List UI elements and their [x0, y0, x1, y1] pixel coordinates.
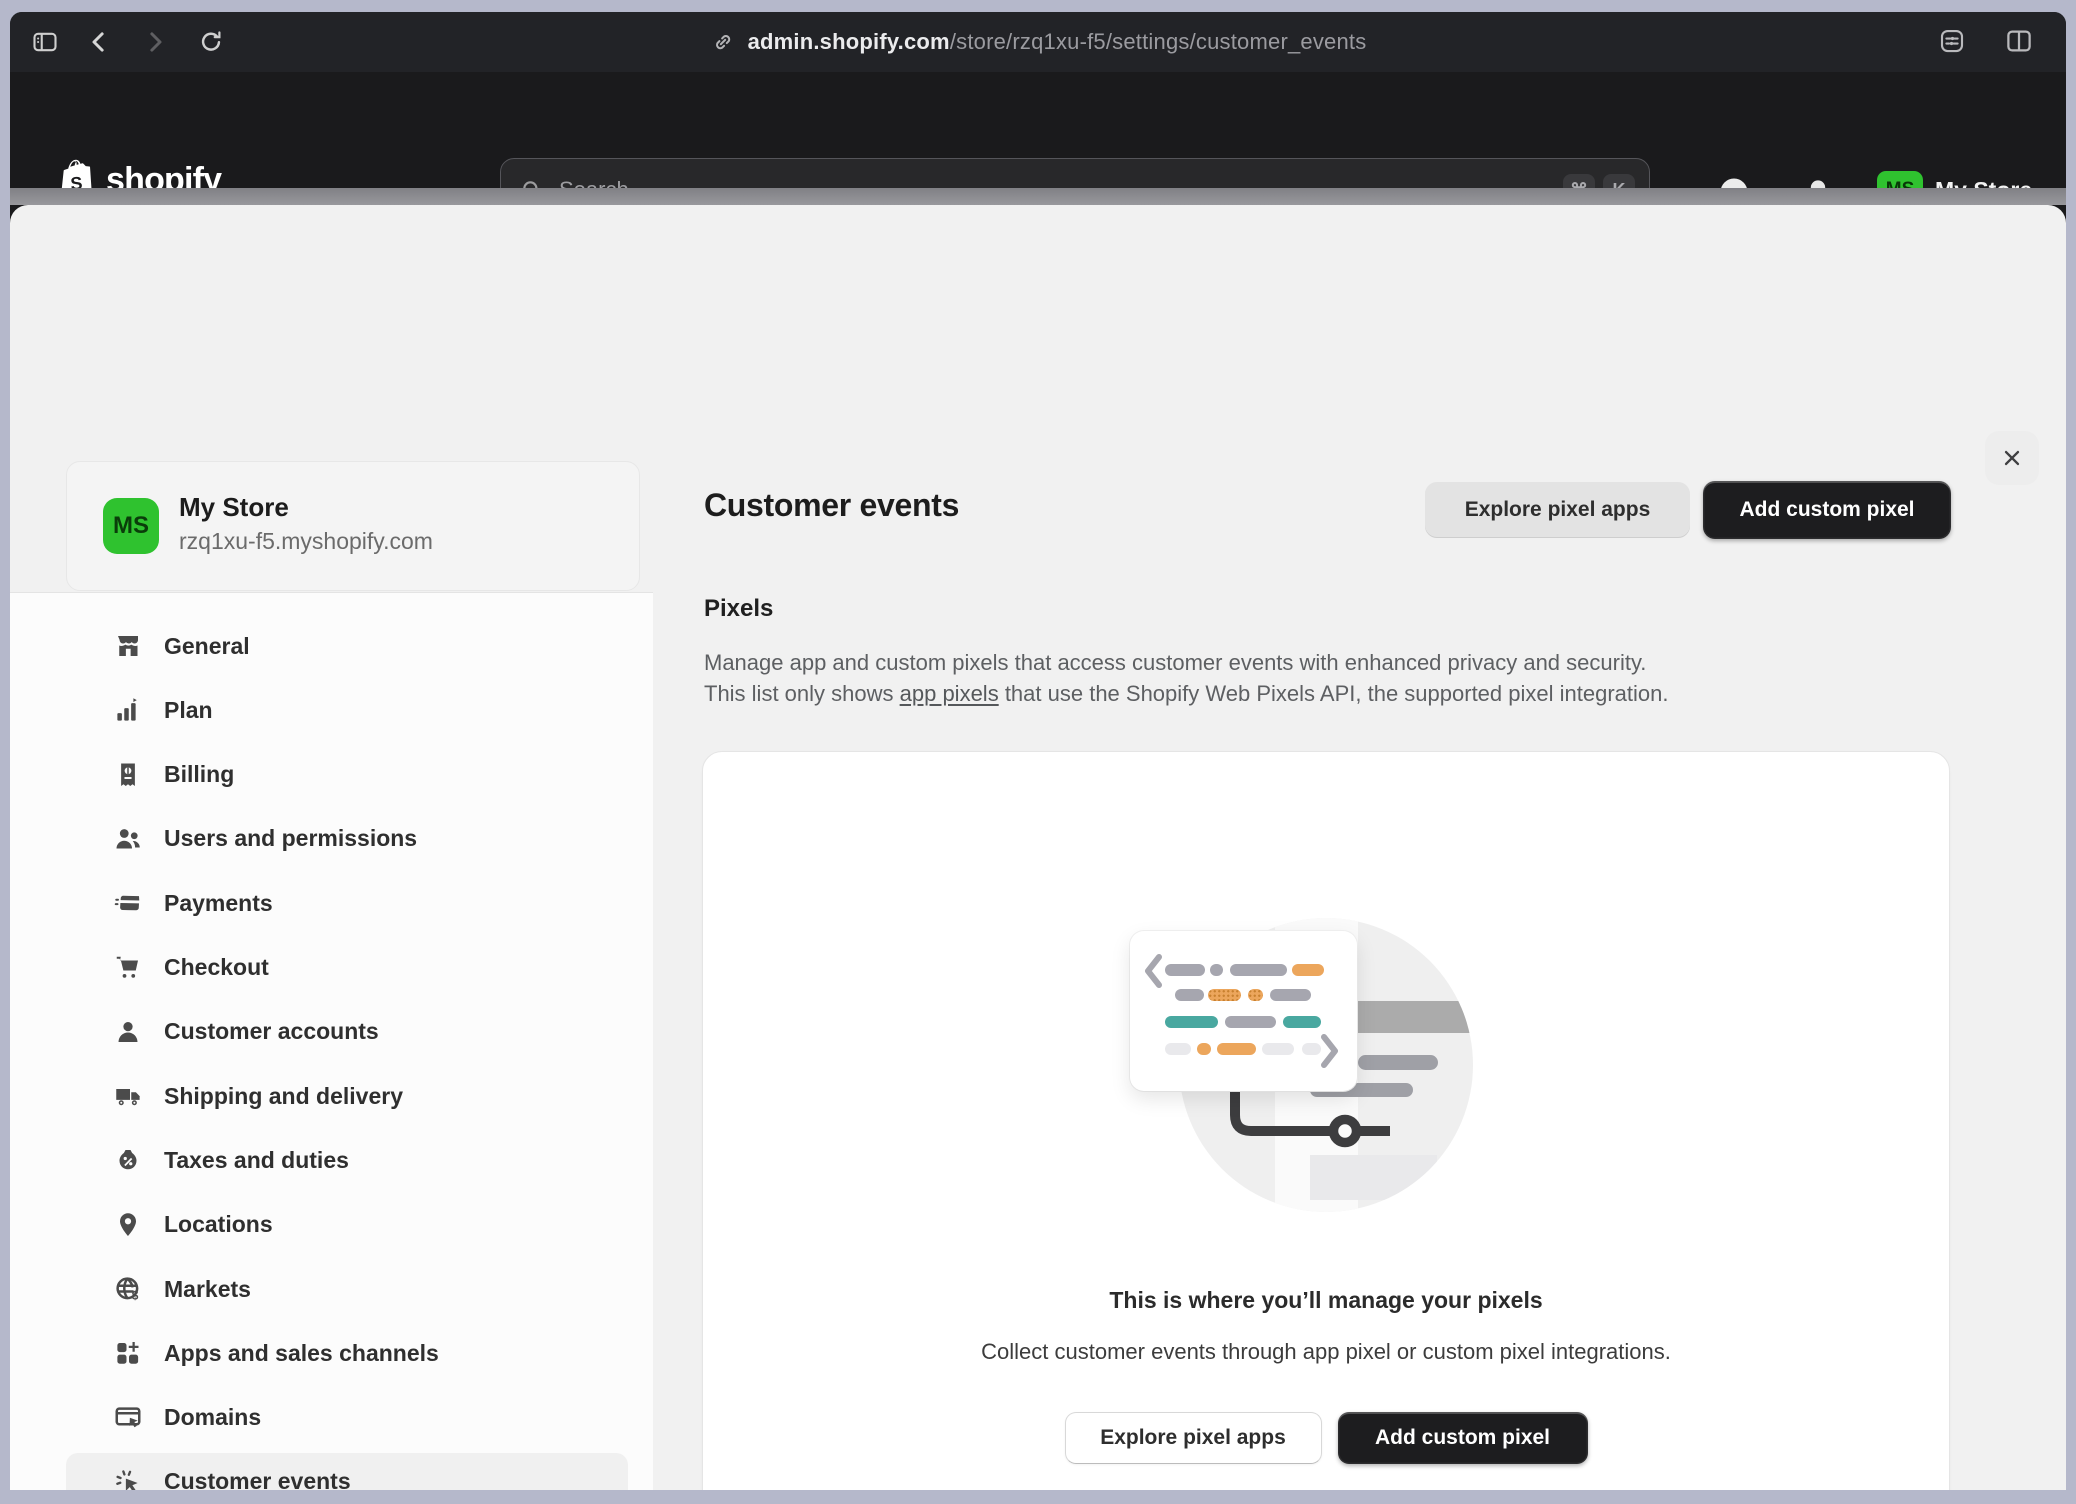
plan-icon	[113, 695, 143, 725]
locations-icon	[113, 1210, 143, 1240]
sidebar-item-markets[interactable]: $ Markets	[66, 1261, 628, 1318]
sidebar-divider	[10, 592, 653, 593]
url-text: admin.shopify.com/store/rzq1xu-f5/settin…	[748, 29, 1367, 55]
sidebar-item-billing[interactable]: Billing	[66, 746, 628, 803]
sidebar-item-label: Checkout	[164, 954, 269, 981]
checkout-icon	[113, 953, 143, 983]
customer-accounts-icon	[113, 1017, 143, 1047]
payments-icon	[113, 888, 143, 918]
sidebar-item-label: Apps and sales channels	[164, 1340, 439, 1367]
extensions-icon[interactable]	[1935, 24, 1969, 58]
domains-icon	[113, 1403, 143, 1433]
explore-pixel-apps-button[interactable]: Explore pixel apps	[1425, 482, 1690, 538]
sidebar-item-locations[interactable]: Locations	[66, 1196, 628, 1253]
chevron-left-icon	[1143, 954, 1163, 988]
chevron-right-icon	[1320, 1034, 1340, 1068]
sidebar-item-label: Plan	[164, 697, 213, 724]
sidebar-item-label: Domains	[164, 1404, 261, 1431]
pixels-description: Manage app and custom pixels that access…	[704, 647, 1984, 709]
billing-icon	[113, 760, 143, 790]
sidebar-item-customer-events[interactable]: Customer events	[66, 1453, 628, 1490]
shipping-icon	[113, 1081, 143, 1111]
markets-icon: $	[113, 1274, 143, 1304]
connector-line	[1130, 1089, 1390, 1169]
sidebar-item-label: General	[164, 633, 250, 660]
sidebar-item-taxes-and-duties[interactable]: Taxes and duties	[66, 1132, 628, 1189]
sidebar-item-shipping-and-delivery[interactable]: Shipping and delivery	[66, 1068, 628, 1125]
url-bar[interactable]: admin.shopify.com/store/rzq1xu-f5/settin…	[10, 12, 2066, 72]
close-icon[interactable]	[1985, 431, 2039, 485]
sidebar-item-label: Taxes and duties	[164, 1147, 349, 1174]
sidebar-item-label: Customer events	[164, 1468, 351, 1490]
admin-header: S shopify ⌘ K	[10, 72, 2066, 188]
app-pixels-link[interactable]: app pixels	[900, 681, 999, 706]
empty-explore-pixel-apps-button[interactable]: Explore pixel apps	[1065, 1412, 1322, 1464]
split-view-icon[interactable]	[2002, 24, 2036, 58]
link-icon	[710, 29, 736, 55]
apps-icon	[113, 1338, 143, 1368]
store-icon	[113, 631, 143, 661]
sidebar-item-payments[interactable]: Payments	[66, 875, 628, 932]
customer-events-icon	[113, 1467, 143, 1490]
taxes-icon	[113, 1145, 143, 1175]
sidebar-item-label: Shipping and delivery	[164, 1083, 403, 1110]
sidebar-item-label: Payments	[164, 890, 273, 917]
svg-text:$: $	[132, 1289, 139, 1303]
store-name: My Store	[179, 492, 289, 523]
users-icon	[113, 824, 143, 854]
sidebar-item-checkout[interactable]: Checkout	[66, 939, 628, 996]
store-card: MS My Store rzq1xu-f5.myshopify.com	[66, 461, 640, 591]
store-domain: rzq1xu-f5.myshopify.com	[179, 528, 433, 555]
empty-add-custom-pixel-button[interactable]: Add custom pixel	[1338, 1412, 1588, 1464]
empty-state-heading: This is where you’ll manage your pixels	[702, 1287, 1950, 1314]
browser-url-row: admin.shopify.com/store/rzq1xu-f5/settin…	[10, 12, 2066, 73]
page-title: Customer events	[704, 487, 959, 524]
sidebar-item-label: Locations	[164, 1211, 273, 1238]
sidebar-item-domains[interactable]: Domains	[66, 1389, 628, 1446]
browser-window: admin.shopify.com/store/rzq1xu-f5/settin…	[10, 12, 2066, 1490]
sidebar-item-users-and-permissions[interactable]: Users and permissions	[66, 810, 628, 867]
empty-state-subtext: Collect customer events through app pixe…	[702, 1339, 1950, 1365]
sidebar-item-apps-and-sales-channels[interactable]: Apps and sales channels	[66, 1325, 628, 1382]
sidebar-item-label: Markets	[164, 1276, 251, 1303]
sidebar-item-label: Billing	[164, 761, 234, 788]
sidebar-item-label: Customer accounts	[164, 1018, 379, 1045]
sidebar-item-label: Users and permissions	[164, 825, 417, 852]
sidebar-item-customer-accounts[interactable]: Customer accounts	[66, 1003, 628, 1060]
store-avatar: MS	[103, 498, 159, 554]
pixels-section-heading: Pixels	[704, 595, 773, 623]
modal-backdrop	[10, 188, 2066, 205]
sidebar-item-plan[interactable]: Plan	[66, 682, 628, 739]
add-custom-pixel-button[interactable]: Add custom pixel	[1703, 481, 1951, 539]
sidebar-item-general[interactable]: General	[66, 618, 628, 675]
code-card-illustration	[1130, 931, 1357, 1091]
settings-modal: MS My Store rzq1xu-f5.myshopify.com Gene…	[10, 205, 2066, 1490]
